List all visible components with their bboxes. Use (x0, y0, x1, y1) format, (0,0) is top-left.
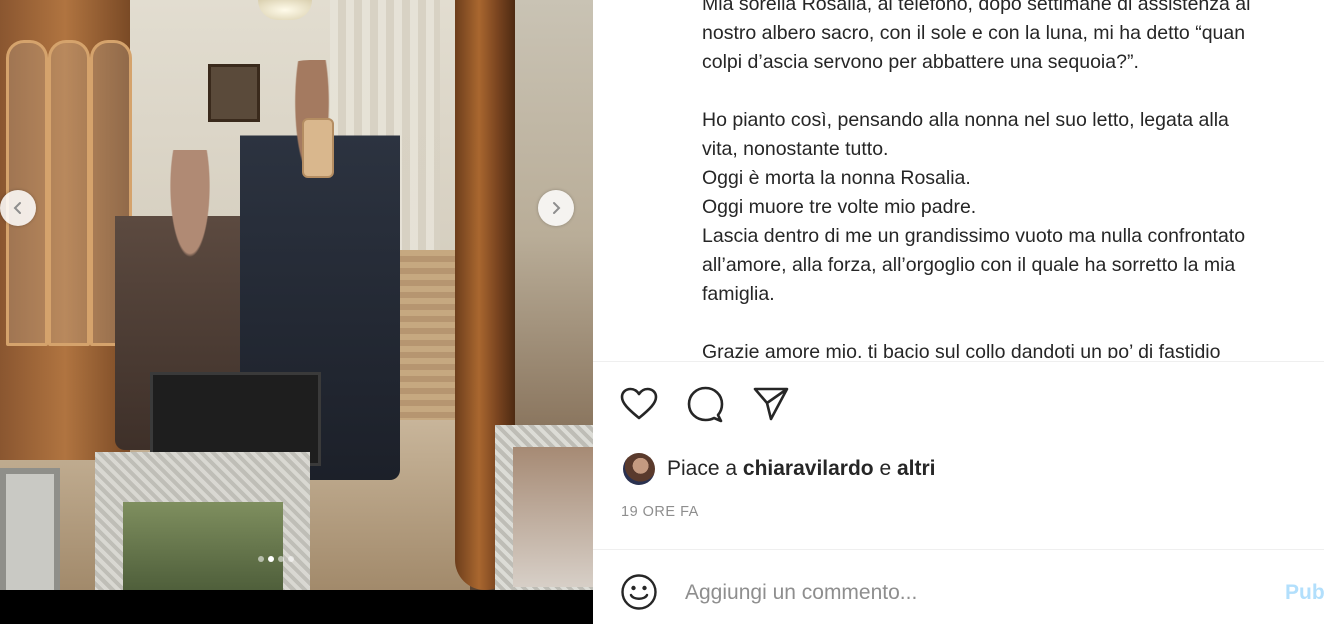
caption-blank-line (702, 309, 1324, 338)
carousel-prev-button[interactable] (0, 190, 36, 226)
caption-line: all’amore, alla forza, all’orgoglio con … (702, 254, 1236, 276)
caption-line: colpi d’ascia servono per abbattere una … (702, 51, 1139, 73)
wardrobe (0, 0, 132, 460)
carousel-dot (278, 556, 284, 562)
caption-line: Oggi muore tre volte mio padre. (702, 196, 977, 218)
emoji-icon (621, 574, 657, 610)
caption-line: Lascia dentro di me un grandissimo vuoto… (702, 225, 1246, 247)
caption-line: Ho pianto così, pensando alla nonna nel … (702, 109, 1229, 131)
carousel-indicator (258, 556, 294, 562)
comment-button[interactable] (685, 384, 725, 424)
heart-icon (620, 387, 658, 420)
post-caption: Mia sorella Rosalia, al telefono, dopo s… (702, 0, 1324, 358)
caption-blank-line (702, 77, 1324, 106)
post-media (0, 0, 593, 624)
publish-button[interactable]: Pubblica (1285, 581, 1324, 605)
photo-frame (95, 452, 310, 590)
carousel-dot (288, 556, 294, 562)
comment-icon (687, 386, 724, 423)
caption-line: Grazie amore mio, ti bacio sul collo dan… (702, 341, 1221, 358)
action-bar (619, 384, 791, 424)
likes-others-link[interactable]: altri (897, 457, 936, 480)
caption-line: nostro albero sacro, con il sole e con l… (702, 22, 1246, 44)
caption-line: Oggi è morta la nonna Rosalia. (702, 167, 971, 189)
post-details: Mia sorella Rosalia, al telefono, dopo s… (593, 0, 1324, 624)
carousel-dot-active (268, 556, 274, 562)
carousel-next-button[interactable] (538, 190, 574, 226)
post-timestamp[interactable]: 19 ORE FA (621, 504, 699, 520)
photo-frame (495, 425, 593, 590)
likes-summary: Piace a chiaravilardo e altri (623, 452, 936, 486)
comment-input[interactable] (683, 570, 1247, 616)
comment-bar: Pubblica (593, 550, 1324, 624)
emoji-button[interactable] (619, 572, 659, 612)
photo-frame (0, 468, 60, 590)
phone (302, 118, 334, 178)
carousel-dot (258, 556, 264, 562)
chevron-left-icon (13, 202, 21, 214)
caption-line: Mia sorella Rosalia, al telefono, dopo s… (702, 0, 1251, 15)
likes-text: Piace a chiaravilardo e altri (667, 457, 936, 481)
likes-conjunction: e (879, 457, 892, 480)
share-button[interactable] (751, 384, 791, 424)
avatar[interactable] (623, 453, 655, 485)
likes-prefix: Piace a (667, 457, 738, 480)
like-button[interactable] (619, 384, 659, 424)
chevron-right-icon (553, 202, 561, 214)
caption-line: vita, nonostante tutto. (702, 138, 889, 160)
send-icon (753, 387, 789, 421)
caption-line: famiglia. (702, 283, 775, 305)
liker-username-link[interactable]: chiaravilardo (743, 457, 874, 480)
post-photo (0, 0, 593, 590)
divider (593, 361, 1324, 362)
